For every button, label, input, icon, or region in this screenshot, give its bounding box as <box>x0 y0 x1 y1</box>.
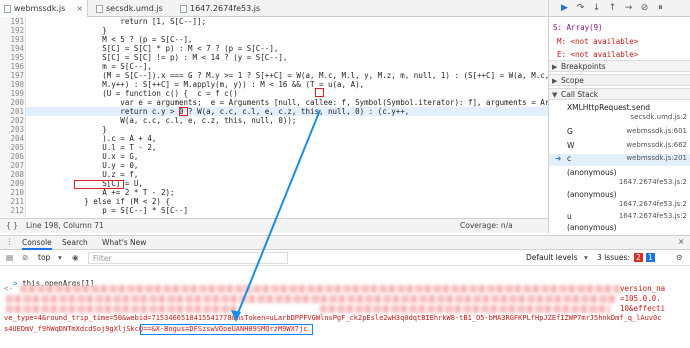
annotation-arrow <box>231 109 321 322</box>
